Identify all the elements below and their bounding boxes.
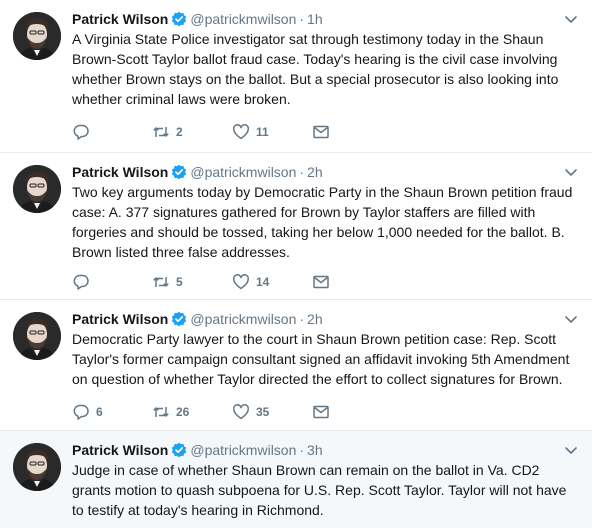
author-name[interactable]: Patrick Wilson bbox=[72, 164, 168, 180]
tweet-actions: 5 14 bbox=[72, 272, 342, 292]
avatar[interactable] bbox=[13, 12, 61, 60]
retweet-icon bbox=[153, 277, 169, 287]
heart-icon bbox=[232, 404, 250, 420]
tweet[interactable]: Patrick Wilson @patrickmwilson · 1h A Virgi… bbox=[0, 0, 592, 153]
like-button[interactable]: 11 bbox=[232, 122, 312, 142]
chevron-down-icon[interactable] bbox=[564, 165, 578, 179]
timestamp[interactable]: 2h bbox=[307, 311, 323, 327]
avatar[interactable] bbox=[13, 312, 61, 360]
retweet-button[interactable]: 5 bbox=[152, 272, 232, 292]
like-button[interactable]: 14 bbox=[232, 272, 312, 292]
tweet-text: Democratic Party lawyer to the court in … bbox=[72, 331, 570, 387]
direct-message-button[interactable] bbox=[312, 402, 342, 422]
author-handle[interactable]: @patrickmwilson bbox=[190, 164, 296, 180]
tweet-actions: 6 26 35 bbox=[72, 402, 342, 422]
author-name[interactable]: Patrick Wilson bbox=[72, 311, 168, 327]
reply-button[interactable] bbox=[72, 122, 152, 142]
author-name[interactable]: Patrick Wilson bbox=[72, 442, 168, 458]
chevron-down-icon[interactable] bbox=[564, 12, 578, 26]
envelope-icon bbox=[313, 275, 329, 289]
separator-dot: · bbox=[299, 311, 305, 327]
separator-dot: · bbox=[299, 442, 305, 458]
tweet-header: Patrick Wilson @patrickmwilson · 3h bbox=[72, 440, 323, 460]
tweet[interactable]: Patrick Wilson @patrickmwilson · 2h Democra… bbox=[0, 300, 592, 431]
tweet-text: Two key arguments today by Democratic Pa… bbox=[72, 184, 573, 260]
avatar[interactable] bbox=[13, 165, 61, 213]
tweet[interactable]: Patrick Wilson @patrickmwilson · 2h Two key… bbox=[0, 153, 592, 300]
timestamp[interactable]: 1h bbox=[307, 11, 323, 27]
tweet[interactable]: Patrick Wilson @patrickmwilson · 3h Judge i… bbox=[0, 431, 592, 528]
direct-message-button[interactable] bbox=[312, 272, 342, 292]
envelope-icon bbox=[313, 125, 329, 139]
separator-dot: · bbox=[299, 164, 305, 180]
retweet-button[interactable]: 2 bbox=[152, 122, 232, 142]
heart-icon bbox=[232, 274, 250, 290]
retweet-icon bbox=[153, 407, 169, 417]
like-count: 35 bbox=[256, 405, 270, 419]
retweet-button[interactable]: 26 bbox=[152, 402, 232, 422]
like-count: 14 bbox=[256, 275, 270, 289]
verified-badge-icon bbox=[171, 11, 187, 27]
retweet-count: 5 bbox=[176, 275, 183, 289]
tweet-text: Judge in case of whether Shaun Brown can… bbox=[72, 462, 567, 518]
author-name[interactable]: Patrick Wilson bbox=[72, 11, 168, 27]
retweet-count: 2 bbox=[176, 125, 183, 139]
tweet-text: A Virginia State Police investigator sat… bbox=[72, 31, 559, 107]
timestamp[interactable]: 2h bbox=[307, 164, 323, 180]
chevron-down-icon[interactable] bbox=[564, 312, 578, 326]
separator-dot: · bbox=[299, 11, 305, 27]
chevron-down-icon[interactable] bbox=[564, 443, 578, 457]
reply-icon bbox=[73, 124, 89, 140]
tweet-header: Patrick Wilson @patrickmwilson · 1h bbox=[72, 9, 323, 29]
reply-icon bbox=[73, 274, 89, 290]
author-handle[interactable]: @patrickmwilson bbox=[190, 11, 296, 27]
avatar[interactable] bbox=[13, 443, 61, 491]
verified-badge-icon bbox=[171, 442, 187, 458]
heart-icon bbox=[232, 124, 250, 140]
tweet-header: Patrick Wilson @patrickmwilson · 2h bbox=[72, 162, 323, 182]
direct-message-button[interactable] bbox=[312, 122, 342, 142]
reply-count: 6 bbox=[96, 405, 103, 419]
like-button[interactable]: 35 bbox=[232, 402, 312, 422]
author-handle[interactable]: @patrickmwilson bbox=[190, 311, 296, 327]
verified-badge-icon bbox=[171, 164, 187, 180]
retweet-count: 26 bbox=[176, 405, 190, 419]
tweet-timeline: Patrick Wilson @patrickmwilson · 1h A Virgi… bbox=[0, 0, 592, 528]
reply-button[interactable]: 6 bbox=[72, 402, 152, 422]
like-count: 11 bbox=[256, 125, 269, 139]
tweet-actions: 2 11 bbox=[72, 122, 342, 142]
timestamp[interactable]: 3h bbox=[307, 442, 323, 458]
reply-icon bbox=[73, 404, 89, 420]
envelope-icon bbox=[313, 405, 329, 419]
tweet-header: Patrick Wilson @patrickmwilson · 2h bbox=[72, 309, 323, 329]
verified-badge-icon bbox=[171, 311, 187, 327]
retweet-icon bbox=[153, 127, 169, 137]
reply-button[interactable] bbox=[72, 272, 152, 292]
author-handle[interactable]: @patrickmwilson bbox=[190, 442, 296, 458]
